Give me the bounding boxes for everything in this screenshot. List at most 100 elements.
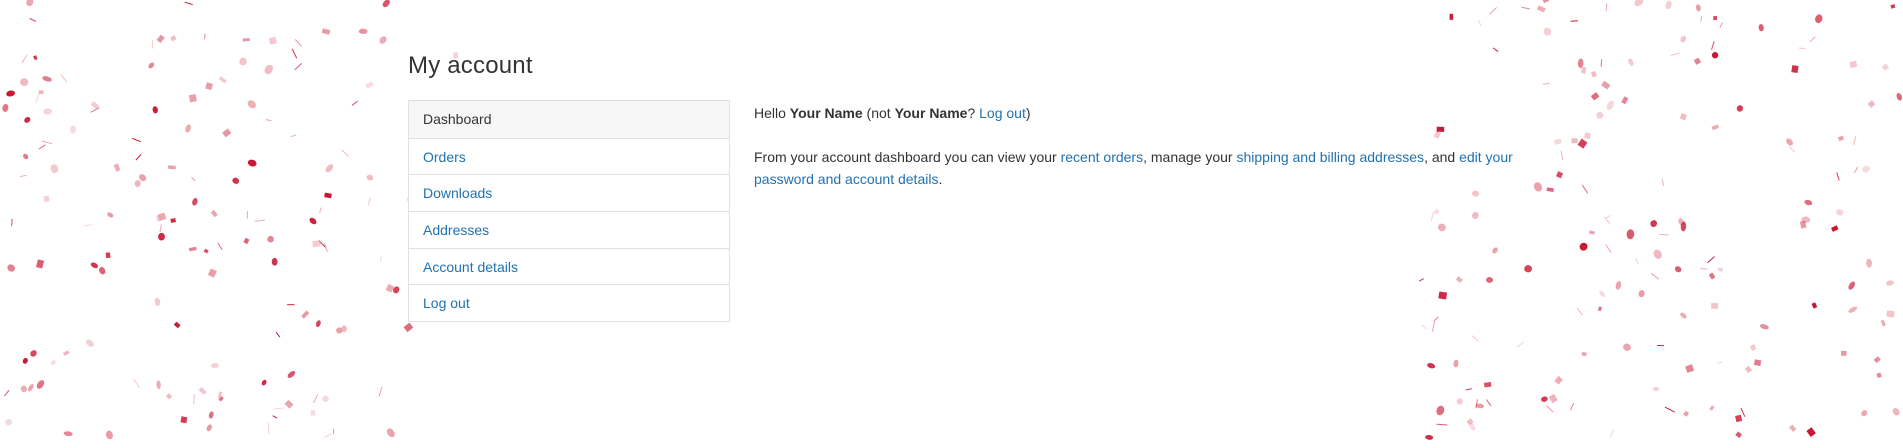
confetti-piece [222,128,232,138]
confetti-piece [5,418,13,426]
confetti-piece [1588,230,1595,235]
confetti-piece [1896,93,1902,101]
confetti-piece [63,431,73,437]
nav-item-account-details[interactable]: Account details [409,247,729,285]
confetti-piece [272,415,278,419]
intro-text-2: , manage your [1143,149,1237,165]
confetti-piece [1806,427,1816,437]
confetti-piece [43,108,53,115]
confetti-piece [152,39,154,49]
confetti-piece [1848,281,1855,290]
confetti-piece [138,174,147,182]
confetti-piece [1749,344,1757,351]
confetti-piece [105,430,113,440]
intro-text-1: From your account dashboard you can view… [754,149,1061,165]
confetti-piece [135,154,142,161]
confetti-piece [1576,307,1584,316]
intro-text: From your account dashboard you can view… [754,146,1514,190]
confetti-piece [1880,319,1886,327]
confetti-piece [208,411,214,419]
confetti-piece [185,124,191,133]
nav-item-dashboard[interactable]: Dashboard [409,101,729,138]
confetti-piece [1524,265,1532,273]
confetti-piece [1542,82,1550,85]
confetti-piece [1758,24,1764,32]
confetti-piece [1674,266,1682,273]
confetti-piece [1853,136,1857,146]
confetti-piece [1584,132,1591,140]
confetti-piece [1541,0,1550,4]
confetti-piece [188,246,197,252]
confetti-piece [1809,36,1816,43]
confetti-piece [26,0,34,7]
confetti-piece [1650,272,1660,280]
confetti-piece [218,76,227,84]
confetti-piece [90,107,100,113]
confetti-piece [333,428,335,435]
recent-orders-link[interactable]: recent orders [1061,149,1143,165]
confetti-piece [133,378,141,388]
nav-item-addresses[interactable]: Addresses [409,211,729,248]
page-title: My account [408,52,533,79]
confetti-piece [1615,281,1622,290]
confetti-piece [351,100,358,106]
confetti-piece [1516,341,1525,348]
nav-item-logout[interactable]: Log out [409,284,729,321]
confetti-piece [1836,209,1844,216]
confetti-piece [1848,306,1858,313]
confetti-piece [378,386,383,397]
confetti-piece [321,28,331,35]
confetti-piece [38,90,44,94]
confetti-piece [1708,272,1716,280]
confetti-piece [210,210,218,218]
confetti-piece [341,325,347,333]
confetti-piece [105,252,111,259]
addresses-link[interactable]: shipping and billing addresses [1236,149,1424,165]
confetti-piece [41,140,52,145]
confetti-piece [1664,406,1675,413]
confetti-piece [1635,257,1639,265]
confetti-piece [232,177,240,184]
confetti-piece [207,268,217,278]
confetti-piece [90,101,100,110]
confetti-piece [1623,343,1631,351]
confetti-piece [1536,5,1546,13]
confetti-piece [341,149,349,157]
confetti-piece [242,37,250,42]
confetti-piece [1744,365,1753,374]
confetti-piece [1546,187,1554,192]
greeting-not: (not [862,105,895,121]
confetti-piece [1665,0,1672,10]
confetti-piece [1862,165,1871,173]
confetti-piece [247,100,256,109]
confetti-piece [1811,302,1818,309]
confetti-piece [1801,216,1811,223]
confetti-piece [203,248,209,254]
confetti-piece [1678,218,1684,226]
confetti-piece [1873,356,1881,364]
confetti-piece [35,93,40,103]
confetti-piece [180,416,188,424]
confetti-piece [134,180,141,188]
confetti-piece [1571,138,1578,144]
confetti-piece [310,410,316,416]
confetti-piece [319,207,322,214]
confetti-piece [173,321,181,329]
confetti-piece [1548,393,1558,404]
confetti-piece [1713,16,1717,21]
confetti-piece [1679,113,1687,121]
confetti-piece [1831,225,1839,232]
confetti-piece [1717,267,1724,273]
confetti-piece [1521,6,1530,10]
logout-link[interactable]: Log out [979,105,1026,121]
confetti-piece [1799,220,1807,229]
nav-item-downloads[interactable]: Downloads [409,174,729,211]
nav-item-orders[interactable]: Orders [409,137,729,175]
confetti-piece [380,255,382,263]
confetti-piece [268,422,270,434]
confetti-piece [1628,58,1634,66]
confetti-piece [1661,179,1664,186]
confetti-piece [291,48,298,59]
confetti-piece [206,424,212,432]
confetti-piece [27,383,34,392]
